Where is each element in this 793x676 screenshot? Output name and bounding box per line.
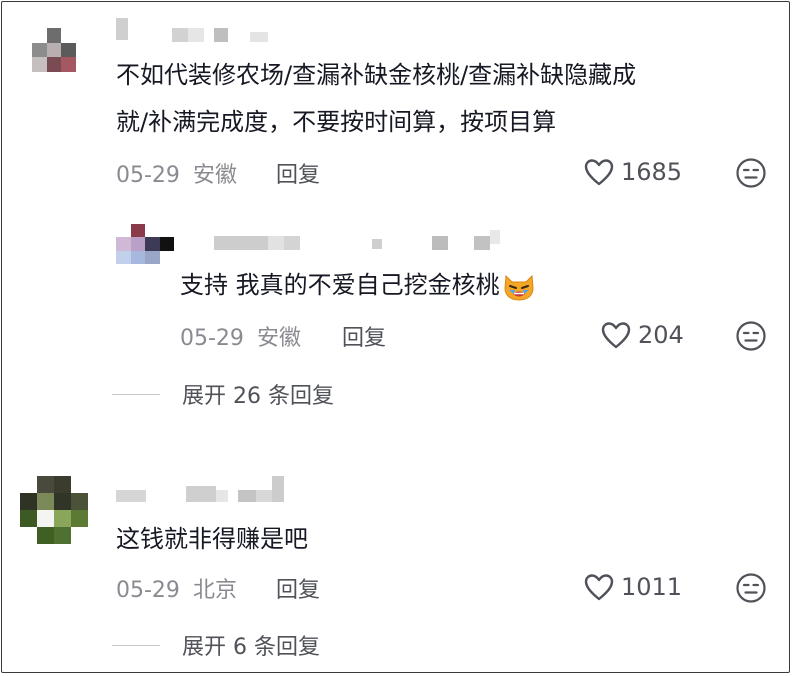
like-button[interactable]: 1011	[583, 572, 682, 602]
like-button[interactable]: 204	[600, 320, 684, 350]
heart-outline-icon	[601, 322, 631, 349]
avatar[interactable]	[20, 476, 88, 544]
crying-cat-emoji	[504, 274, 534, 301]
comment-text-line: 这钱就非得赚是吧	[116, 525, 308, 553]
meh-face-icon[interactable]	[735, 157, 767, 189]
heart-outline-icon	[584, 574, 614, 601]
reply-button[interactable]: 回复	[276, 157, 320, 189]
comment-location: 安徽	[192, 163, 237, 188]
reply-avatar[interactable]	[116, 224, 174, 264]
reply-date: 05-29	[180, 326, 244, 351]
username-pixelated[interactable]	[116, 14, 268, 44]
like-count: 1011	[621, 573, 683, 601]
reply-button[interactable]: 回复	[342, 320, 386, 352]
expand-replies-label: 展开 6 条回复	[182, 635, 320, 660]
comment-location: 北京	[192, 578, 237, 603]
comment-meta: 05-29 北京	[116, 572, 237, 604]
reply-location: 安徽	[256, 326, 301, 351]
expand-replies-label: 展开 26 条回复	[182, 384, 334, 409]
expand-replies-button[interactable]: 展开 6 条回复	[112, 629, 320, 661]
like-button[interactable]: 1685	[583, 157, 682, 187]
like-count: 204	[638, 321, 684, 349]
comment-meta: 05-29 安徽	[116, 157, 237, 189]
username-pixelated[interactable]	[116, 474, 284, 504]
reply-text: 支持 我真的不爱自己挖金核桃	[180, 264, 536, 306]
expand-replies-button[interactable]: 展开 26 条回复	[112, 378, 334, 410]
reply-button[interactable]: 回复	[276, 572, 320, 604]
meh-face-icon[interactable]	[735, 320, 767, 352]
comment-date: 05-29	[116, 578, 180, 603]
avatar[interactable]	[32, 28, 76, 72]
meh-face-icon[interactable]	[735, 572, 767, 604]
reply-username-pixelated[interactable]	[214, 222, 500, 252]
comment-text-line: 不如代装修农场/查漏补缺金核桃/查漏补缺隐藏成	[116, 61, 637, 89]
divider-line	[112, 393, 160, 395]
reply-text-content: 支持 我真的不爱自己挖金核桃	[180, 271, 500, 299]
reply-meta: 05-29 安徽	[180, 320, 301, 352]
comment-text-line: 就/补满完成度，不要按时间算，按项目算	[116, 108, 557, 136]
comment-date: 05-29	[116, 163, 180, 188]
divider-line	[112, 644, 160, 646]
like-count: 1685	[621, 158, 683, 186]
heart-outline-icon	[584, 159, 614, 186]
